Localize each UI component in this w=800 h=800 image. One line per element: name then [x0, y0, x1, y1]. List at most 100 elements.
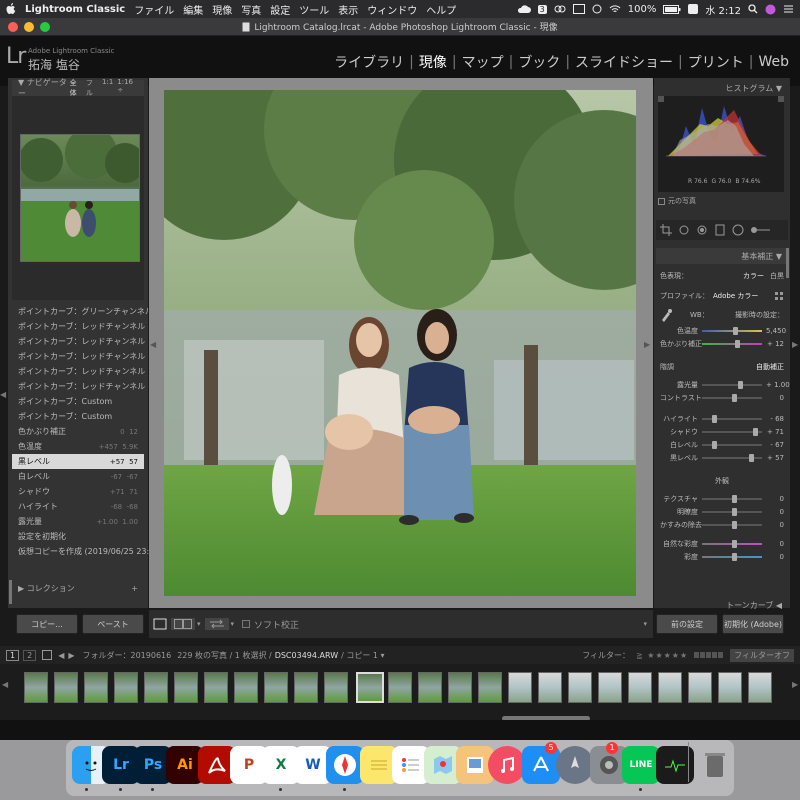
filmstrip-thumb[interactable] — [508, 672, 532, 703]
filmstrip-thumb[interactable] — [538, 672, 562, 703]
treatment-color-button[interactable]: カラー — [743, 271, 764, 281]
history-item[interactable]: ポイントカーブ：レッドチャンネル — [12, 334, 145, 349]
filmstrip-thumb[interactable] — [388, 672, 412, 703]
notification-center-icon[interactable] — [783, 4, 794, 14]
contrast-slider[interactable]: コントラスト 0 — [656, 391, 788, 404]
rating-filter-icon[interactable]: ≧ ★★★★★ — [636, 651, 688, 660]
history-item[interactable]: ポイントカーブ：レッドチャンネル — [12, 319, 145, 334]
dehaze-slider[interactable]: かすみの除去 0 — [656, 518, 788, 531]
filmstrip-thumb[interactable] — [478, 672, 502, 703]
graduated-filter-icon[interactable] — [714, 224, 726, 236]
spotlight-icon[interactable] — [748, 4, 758, 14]
history-item[interactable]: ポイントカーブ：レッドチャンネル — [12, 349, 145, 364]
history-item[interactable]: 色温度 +457 5.9K — [12, 439, 144, 454]
collections-header[interactable]: ▶ コレクション + — [12, 581, 144, 596]
paste-settings-button[interactable]: ペースト — [82, 614, 144, 634]
filmstrip-thumb[interactable] — [418, 672, 442, 703]
filmstrip-thumb[interactable] — [24, 672, 48, 703]
menu-tools[interactable]: ツール — [299, 2, 329, 17]
center-left-arrow-icon[interactable]: ◀ — [150, 340, 156, 349]
filmstrip-thumb[interactable] — [54, 672, 78, 703]
history-item[interactable]: 色かぶり補正 0 12 — [12, 424, 144, 439]
notification-badge[interactable]: 3 — [537, 4, 547, 14]
module-web[interactable]: Web — [753, 54, 794, 70]
menu-settings[interactable]: 設定 — [270, 2, 290, 17]
filmstrip-thumb[interactable] — [748, 672, 772, 703]
history-item[interactable]: ポイントカーブ：レッドチャンネル — [12, 364, 145, 379]
monitor-1-button[interactable]: 1 — [6, 649, 20, 661]
menu-window[interactable]: ウィンドウ — [367, 2, 417, 17]
clarity-slider[interactable]: 明瞭度 0 — [656, 505, 788, 518]
minimize-window-button[interactable] — [24, 22, 34, 32]
filmstrip-thumb[interactable] — [84, 672, 108, 703]
left-panel-scrollbar[interactable] — [9, 580, 12, 604]
whites-slider[interactable]: 白レベル - 67 — [656, 438, 788, 451]
add-collection-button[interactable]: + — [131, 584, 138, 593]
basic-header[interactable]: 基本補正 ▼ — [656, 248, 788, 264]
toolbar-menu-icon[interactable]: ▾ — [643, 620, 647, 628]
original-photo-checkbox[interactable]: 元の写真 — [658, 196, 696, 206]
cloud-icon[interactable] — [517, 4, 531, 14]
filmstrip-thumb[interactable] — [448, 672, 472, 703]
monitor-2-button[interactable]: 2 — [23, 649, 37, 661]
sync-icon[interactable] — [592, 4, 602, 14]
history-item[interactable]: 露光量 +1.00 1.00 — [12, 514, 144, 529]
eyedropper-icon[interactable] — [660, 308, 672, 322]
back-arrow-icon[interactable]: ◀ — [58, 651, 64, 660]
history-item-selected[interactable]: 黒レベル +57 57 — [12, 454, 144, 469]
crop-tool-icon[interactable] — [660, 224, 672, 236]
filmstrip-thumb[interactable] — [356, 672, 384, 703]
red-eye-icon[interactable] — [696, 224, 708, 236]
history-item[interactable]: ポイントカーブ：Custom — [12, 409, 144, 424]
close-window-button[interactable] — [8, 22, 18, 32]
swap-dropdown-icon[interactable]: ▾ — [231, 620, 235, 628]
radial-filter-icon[interactable] — [732, 224, 744, 236]
filmstrip-thumb[interactable] — [688, 672, 712, 703]
vibrance-slider[interactable]: 自然な彩度 0 — [656, 537, 788, 550]
filter-off-select[interactable]: フィルターオフ — [730, 648, 794, 662]
center-right-arrow-icon[interactable]: ▶ — [644, 340, 650, 349]
zoom-fit[interactable]: 全体 — [70, 78, 82, 98]
grid-view-icon[interactable] — [42, 650, 53, 660]
history-item[interactable]: シャドウ +71 71 — [12, 484, 144, 499]
module-print[interactable]: プリント — [683, 52, 749, 72]
history-item[interactable]: 設定を初期化 — [12, 529, 144, 544]
menu-photo[interactable]: 写真 — [241, 2, 261, 17]
filmstrip-thumb[interactable] — [718, 672, 742, 703]
filmstrip-thumb[interactable] — [174, 672, 198, 703]
launchpad-icon[interactable] — [556, 746, 594, 784]
menu-edit[interactable]: 編集 — [183, 2, 203, 17]
filmstrip-thumb[interactable] — [658, 672, 682, 703]
input-source-icon[interactable] — [688, 4, 699, 14]
wifi-icon[interactable] — [609, 4, 621, 14]
creative-cloud-icon[interactable] — [554, 4, 566, 14]
texture-slider[interactable]: テクスチャ 0 — [656, 492, 788, 505]
treatment-bw-button[interactable]: 白黒 — [770, 271, 784, 281]
filmstrip-thumb[interactable] — [114, 672, 138, 703]
zoom-window-button[interactable] — [40, 22, 50, 32]
zoom-custom[interactable]: 1:16 ÷ — [117, 78, 138, 98]
navigator-header[interactable]: ▼ ナビゲーター 全体 フル 1:1 1:16 ÷ — [12, 78, 144, 98]
previous-settings-button[interactable]: 前の設定 — [656, 614, 718, 634]
filmstrip-thumb[interactable] — [294, 672, 318, 703]
color-filter-icon[interactable] — [694, 652, 724, 658]
exposure-slider[interactable]: 露光量 + 1.00 — [656, 378, 790, 391]
filmstrip-thumb[interactable] — [264, 672, 288, 703]
copy-label[interactable]: / コピー 1 ▾ — [341, 650, 384, 661]
menu-file[interactable]: ファイル — [134, 2, 174, 17]
filmstrip-thumb[interactable] — [628, 672, 652, 703]
history-item[interactable]: ポイントカーブ：レッドチャンネル — [12, 379, 145, 394]
before-after-icon[interactable] — [171, 618, 195, 630]
module-library[interactable]: ライブラリ — [329, 52, 409, 72]
line-icon[interactable]: LINE — [622, 746, 660, 784]
shadows-slider[interactable]: シャドウ + 71 — [656, 425, 788, 438]
tone-curve-header[interactable]: トーンカーブ ◀ — [656, 597, 788, 613]
main-photo[interactable] — [164, 90, 636, 596]
filmstrip-thumb[interactable] — [568, 672, 592, 703]
temp-slider[interactable]: 色温度 5,450 — [656, 324, 788, 337]
right-panel-toggle-icon[interactable]: ▶ — [792, 340, 798, 349]
clock[interactable]: 水 2:12 — [705, 2, 741, 17]
menu-view[interactable]: 表示 — [338, 2, 358, 17]
filmstrip-left-icon[interactable]: ◀ — [2, 680, 8, 689]
percent-icon[interactable] — [572, 4, 585, 14]
